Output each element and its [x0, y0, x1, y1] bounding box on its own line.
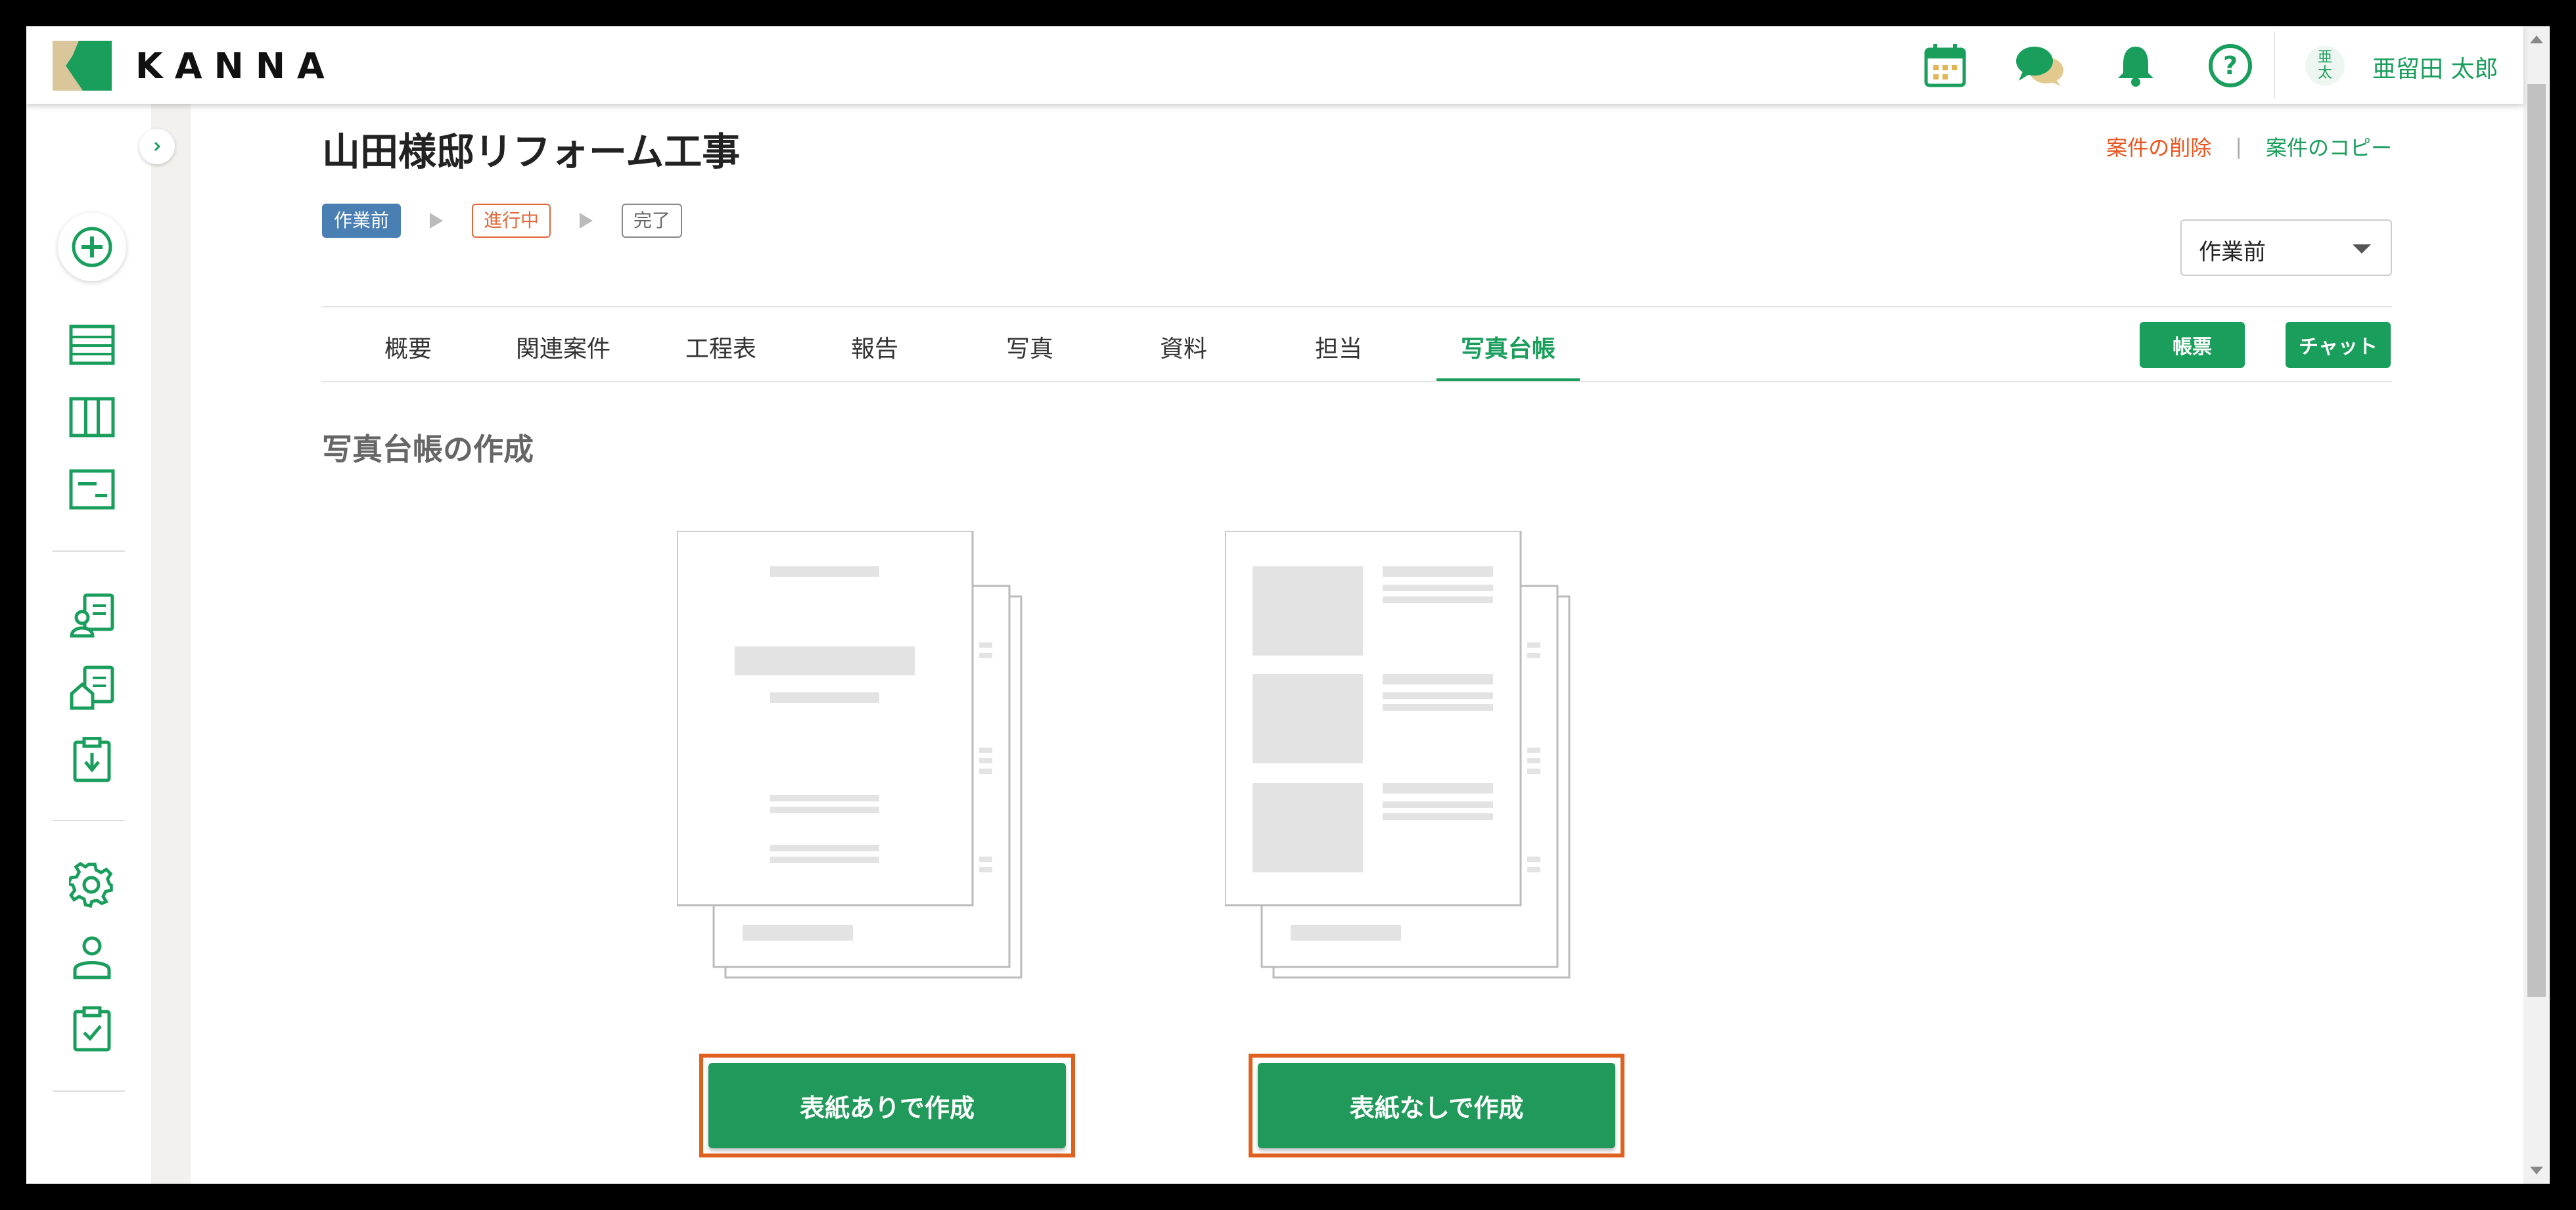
- board-icon[interactable]: [62, 388, 122, 447]
- user-name[interactable]: 亜留田 太郎: [2372, 50, 2498, 84]
- create-without-cover-highlight: 表紙なしで作成: [1249, 1054, 1624, 1157]
- app-window: KANNA ? 亜太 亜留田 太郎 山田様邸リフォーム工事 案件の削除 | 案件…: [26, 26, 2550, 1184]
- template-without-cover-illustration: [1225, 531, 1571, 979]
- logo-text: KANNA: [135, 45, 336, 87]
- sidebar-expand-button[interactable]: [139, 129, 175, 164]
- project-actions: 案件の削除 | 案件のコピー: [2106, 131, 2392, 162]
- template-with-cover-illustration: [677, 531, 1023, 979]
- kanna-logo-icon: [53, 41, 112, 91]
- chevron-down-icon: [2353, 244, 2371, 254]
- status-step-before: 作業前: [322, 204, 402, 238]
- tab-report[interactable]: 報告: [803, 330, 946, 364]
- tab-documents[interactable]: 資料: [1112, 330, 1255, 364]
- calendar-icon[interactable]: [1920, 41, 1970, 91]
- user-icon[interactable]: [62, 928, 122, 987]
- create-with-cover-button[interactable]: 表紙ありで作成: [708, 1063, 1066, 1148]
- step-arrow-icon: [580, 213, 593, 229]
- sidebar-separator: [53, 550, 125, 552]
- header-divider: [2274, 32, 2275, 99]
- sidebar: [26, 104, 151, 1184]
- client-icon[interactable]: [62, 586, 122, 645]
- status-select[interactable]: 作業前: [2180, 219, 2392, 276]
- bell-icon[interactable]: [2111, 41, 2161, 91]
- form-button[interactable]: 帳票: [2140, 322, 2245, 368]
- download-icon[interactable]: [62, 730, 122, 790]
- list-icon[interactable]: [62, 315, 122, 374]
- add-button[interactable]: [58, 213, 126, 281]
- tab-schedule[interactable]: 工程表: [649, 330, 793, 364]
- status-step-done: 完了: [622, 204, 683, 238]
- chevron-right-icon: [154, 141, 161, 152]
- avatar-initial-top: 亜: [2317, 49, 2332, 66]
- tab-assignee[interactable]: 担当: [1267, 330, 1410, 364]
- sidebar-separator: [53, 820, 125, 821]
- step-arrow-icon: [430, 213, 444, 229]
- chat-button[interactable]: チャット: [2286, 322, 2391, 368]
- vertical-scrollbar[interactable]: [2523, 26, 2550, 1184]
- property-icon[interactable]: [62, 658, 122, 717]
- copy-project-link[interactable]: 案件のコピー: [2266, 131, 2392, 162]
- chat-icon[interactable]: [2015, 41, 2065, 91]
- scroll-up-icon[interactable]: [2530, 35, 2543, 43]
- scroll-thumb[interactable]: [2527, 84, 2546, 997]
- status-steps: 作業前 進行中 完了: [322, 204, 683, 238]
- tabs-border-top: [322, 306, 2392, 307]
- status-select-value: 作業前: [2199, 239, 2266, 265]
- page-title: 山田様邸リフォーム工事: [322, 129, 741, 174]
- tab-photo[interactable]: 写真: [958, 330, 1101, 364]
- top-bar: KANNA ? 亜太 亜留田 太郎: [26, 26, 2523, 104]
- avatar[interactable]: 亜太: [2305, 46, 2345, 85]
- avatar-initial-bottom: 太: [2317, 65, 2332, 81]
- create-without-cover-button[interactable]: 表紙なしで作成: [1258, 1063, 1615, 1148]
- tab-photo-ledger[interactable]: 写真台帳: [1437, 330, 1580, 364]
- sidebar-separator: [53, 1090, 125, 1092]
- tab-overview[interactable]: 概要: [336, 330, 480, 364]
- settings-icon[interactable]: [62, 855, 122, 914]
- section-title: 写真台帳の作成: [322, 432, 534, 467]
- tab-related[interactable]: 関連案件: [492, 330, 635, 364]
- svg-text:?: ?: [2223, 51, 2238, 80]
- link-separator: |: [2235, 134, 2242, 159]
- tabs-border-bottom: [322, 381, 2392, 382]
- kanna-logo[interactable]: KANNA: [53, 39, 336, 92]
- main-content: 山田様邸リフォーム工事 案件の削除 | 案件のコピー 作業前 進行中 完了 作業…: [191, 104, 2523, 1184]
- status-step-progress: 進行中: [472, 204, 551, 238]
- create-with-cover-highlight: 表紙ありで作成: [699, 1054, 1075, 1157]
- delete-project-link[interactable]: 案件の削除: [2106, 131, 2211, 162]
- scroll-down-icon[interactable]: [2530, 1167, 2543, 1175]
- task-icon[interactable]: [62, 1000, 122, 1059]
- gantt-icon[interactable]: [62, 460, 122, 519]
- help-icon[interactable]: ?: [2205, 41, 2255, 91]
- add-icon: [72, 227, 112, 267]
